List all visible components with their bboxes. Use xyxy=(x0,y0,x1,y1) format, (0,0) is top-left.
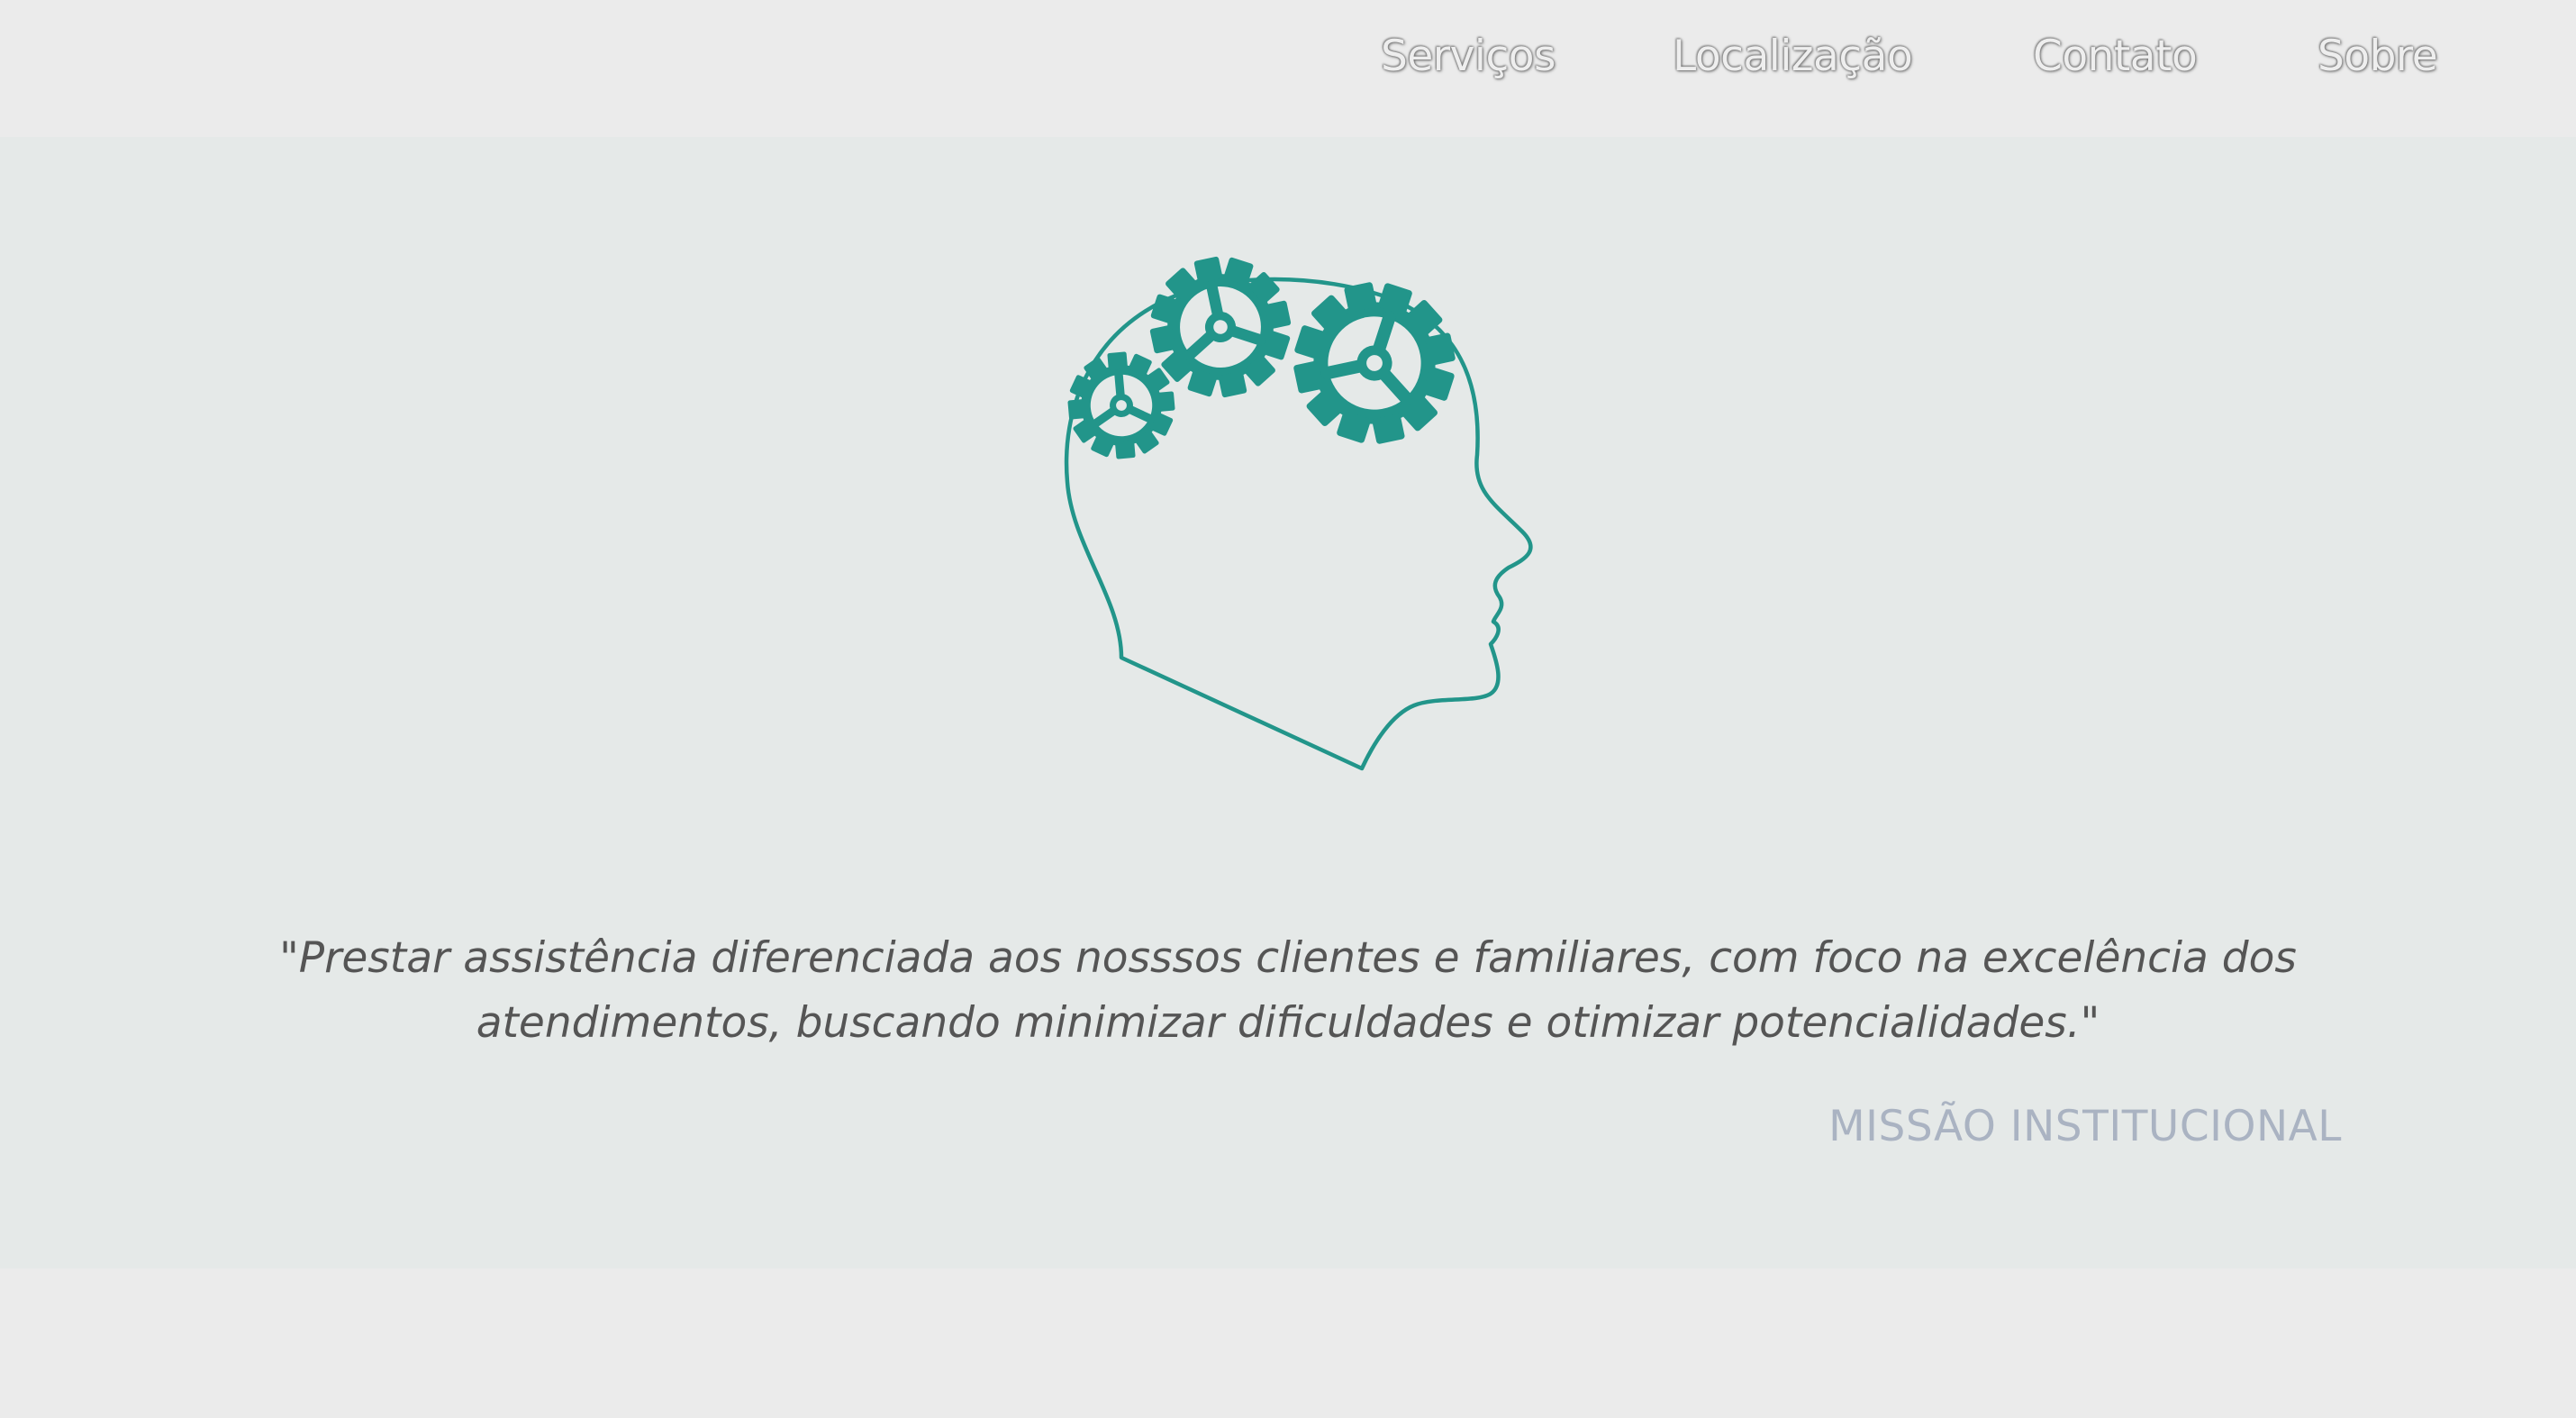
nav-link-contato[interactable]: Contato xyxy=(2033,25,2198,88)
main-nav: Serviços Localização Contato Sobre xyxy=(0,25,2576,88)
mission-quote-line-2: atendimentos, buscando minimizar dificul… xyxy=(476,998,2100,1048)
mission-quote-line-1: "Prestar assistência diferenciada aos no… xyxy=(279,933,2297,983)
nav-link-sobre[interactable]: Sobre xyxy=(2317,25,2438,88)
nav-link-servicos[interactable]: Serviços xyxy=(1381,25,1556,88)
nav-link-localizacao[interactable]: Localização xyxy=(1673,25,1913,88)
top-navigation-bar: Serviços Localização Contato Sobre xyxy=(0,0,2576,137)
head-with-gears-icon xyxy=(1036,212,1533,771)
mission-quote: "Prestar assistência diferenciada aos no… xyxy=(207,926,2369,1056)
mission-label: MISSÃO INSTITUCIONAL xyxy=(1828,1102,2342,1151)
